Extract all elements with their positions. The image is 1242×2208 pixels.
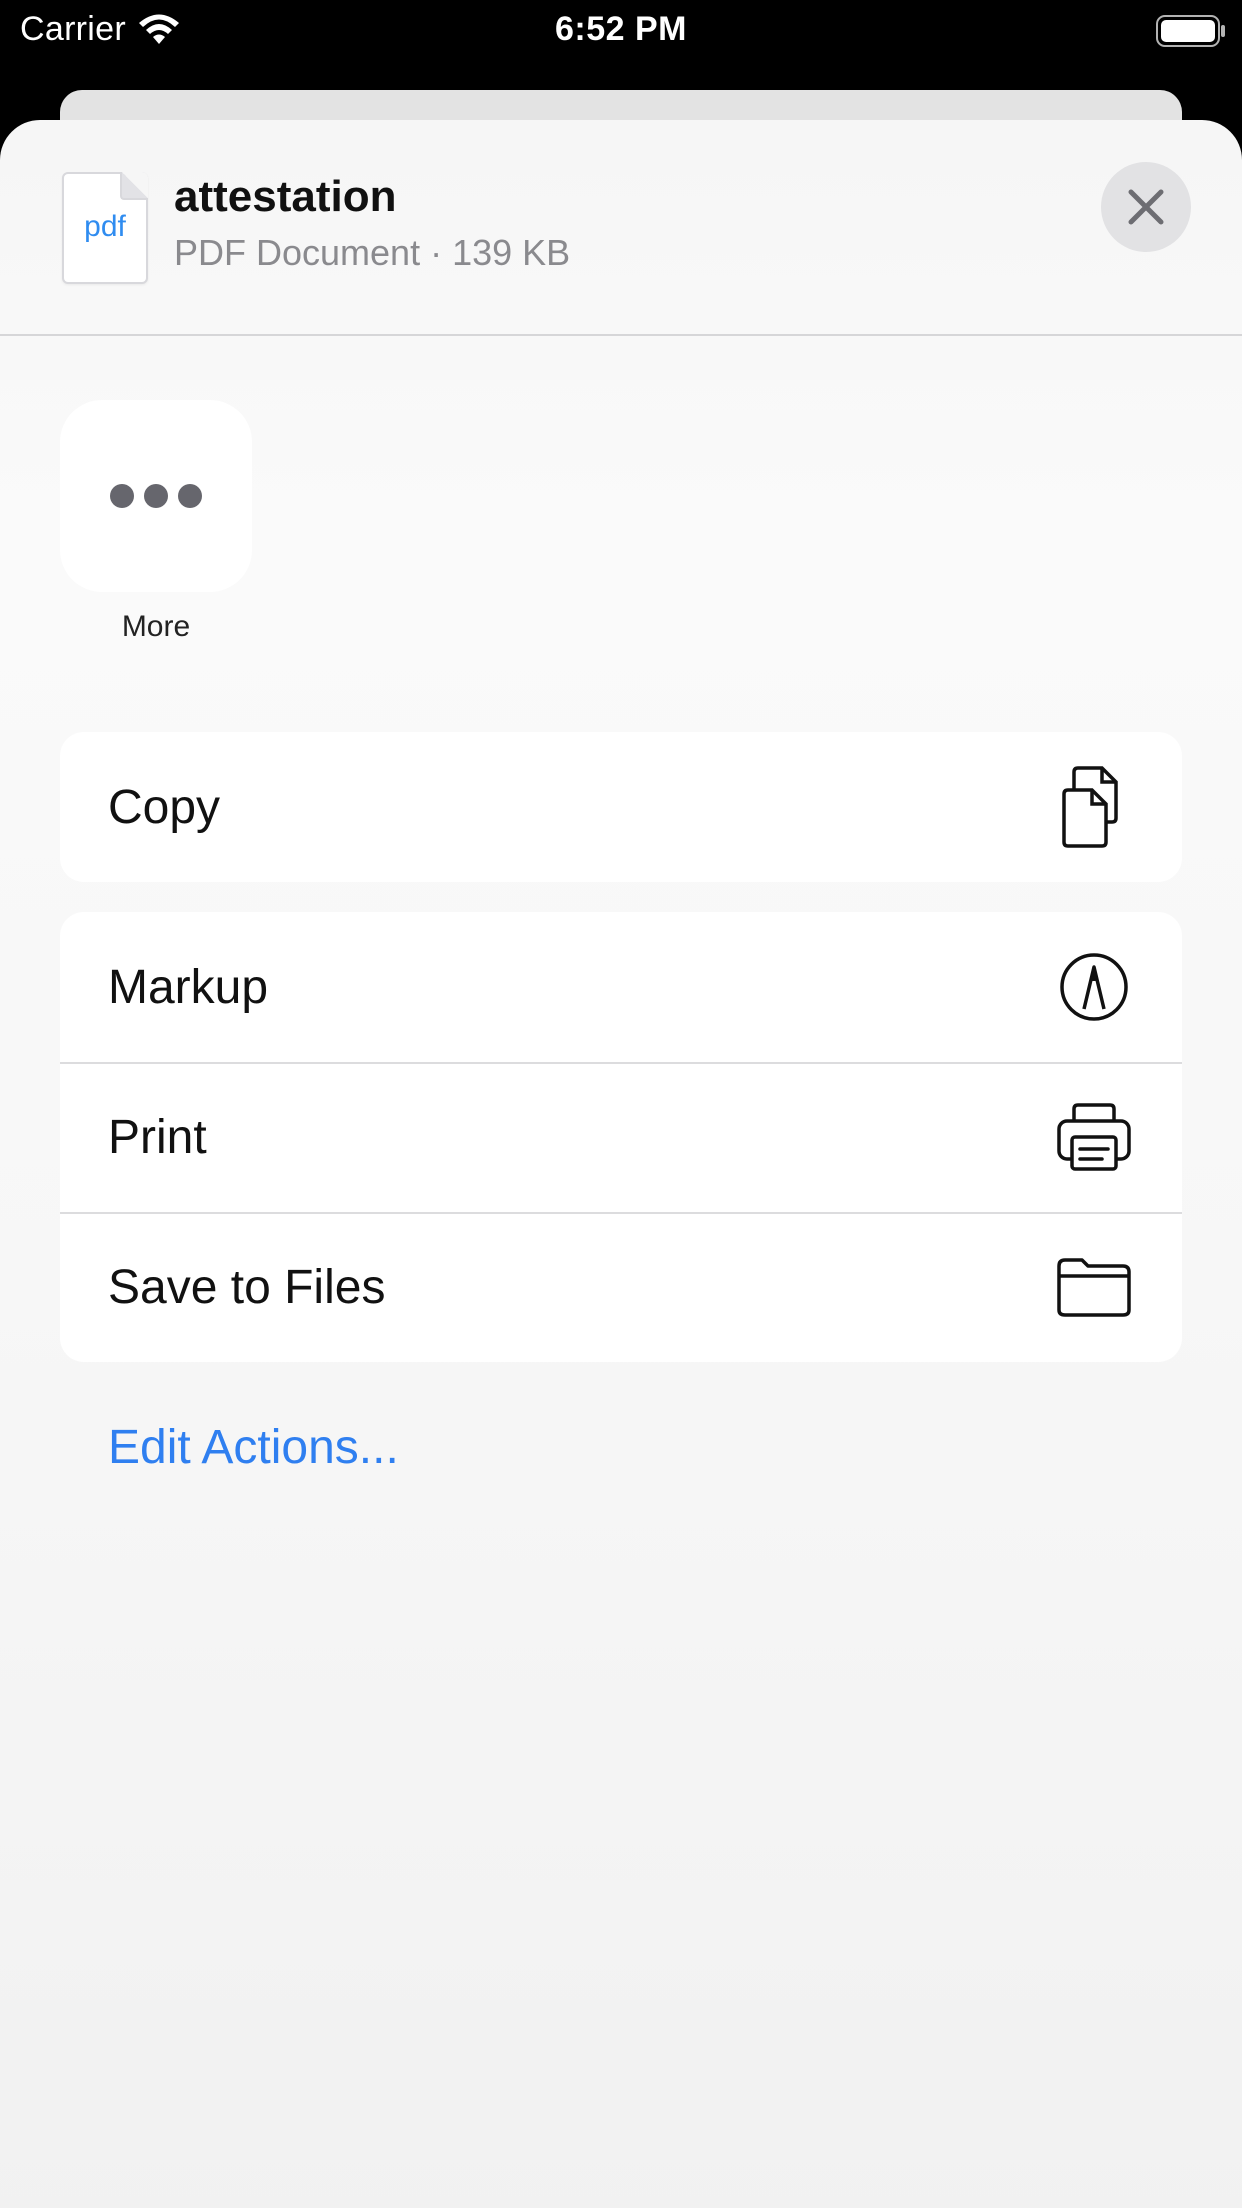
dot [178,484,202,508]
share-screen: Carrier 6:52 PM pdf attestation PDF Docu… [0,0,1242,2208]
pdf-thumb-label: pdf [84,210,126,243]
markup-pen-icon [1054,947,1134,1027]
status-bar: Carrier 6:52 PM [0,0,1242,62]
more-dots-icon[interactable] [60,400,252,592]
status-time: 6:52 PM [555,10,687,48]
copy-icon [1054,766,1134,848]
action-markup-label: Markup [108,960,269,1014]
action-save-to-files[interactable]: Save to Files [60,1212,1182,1362]
action-save-to-files-label: Save to Files [108,1260,386,1314]
app-label-more: More [121,610,191,643]
close-icon [1128,189,1164,225]
action-group-tools: Markup Print Save to Files [60,912,1182,1362]
printer-icon [1054,1097,1134,1177]
pdf-file-thumbnail: pdf [62,172,148,284]
edit-actions-link[interactable]: Edit Actions... [108,1420,399,1475]
action-print[interactable]: Print [60,1062,1182,1212]
action-copy[interactable]: Copy [60,732,1182,882]
app-item-more[interactable]: More [60,400,260,644]
dot [144,484,168,508]
battery-icon [1156,15,1228,47]
share-sheet: pdf attestation PDF Document · 139 KB Mo… [0,120,1242,2208]
dot [110,484,134,508]
action-copy-label: Copy [108,780,221,834]
close-button[interactable] [1101,162,1191,252]
app-row: More [60,400,260,644]
file-subtitle: PDF Document · 139 KB [174,232,571,273]
folder-icon [1054,1247,1134,1327]
action-group-copy: Copy [60,732,1182,882]
file-title: attestation [174,172,397,221]
action-print-label: Print [108,1110,207,1164]
share-sheet-header: pdf attestation PDF Document · 139 KB [0,120,1242,336]
action-markup[interactable]: Markup [60,912,1182,1062]
